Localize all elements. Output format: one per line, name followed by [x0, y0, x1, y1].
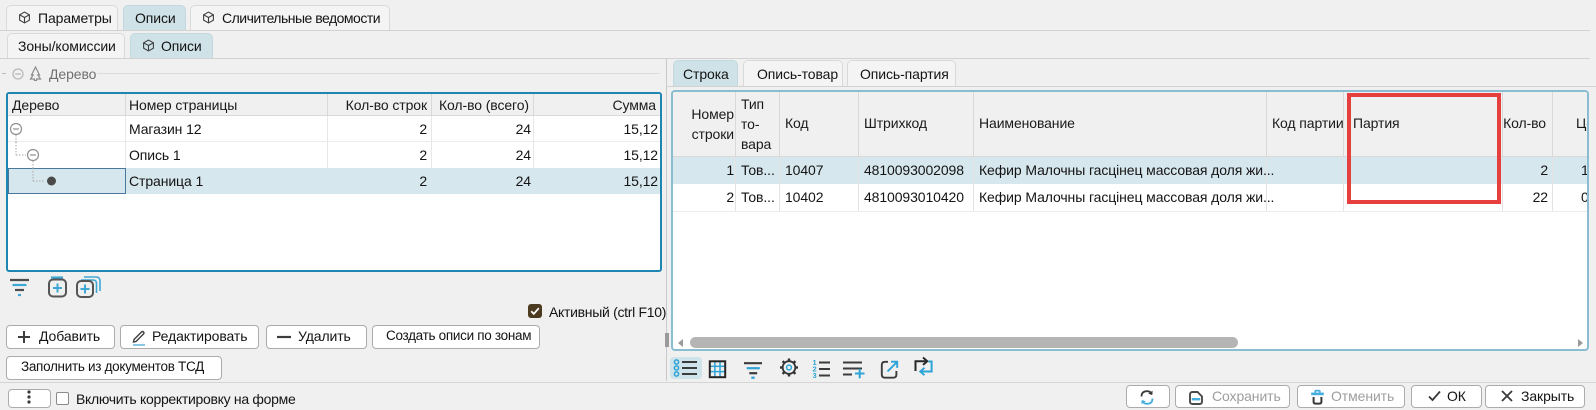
svg-text:3: 3 [813, 371, 817, 380]
